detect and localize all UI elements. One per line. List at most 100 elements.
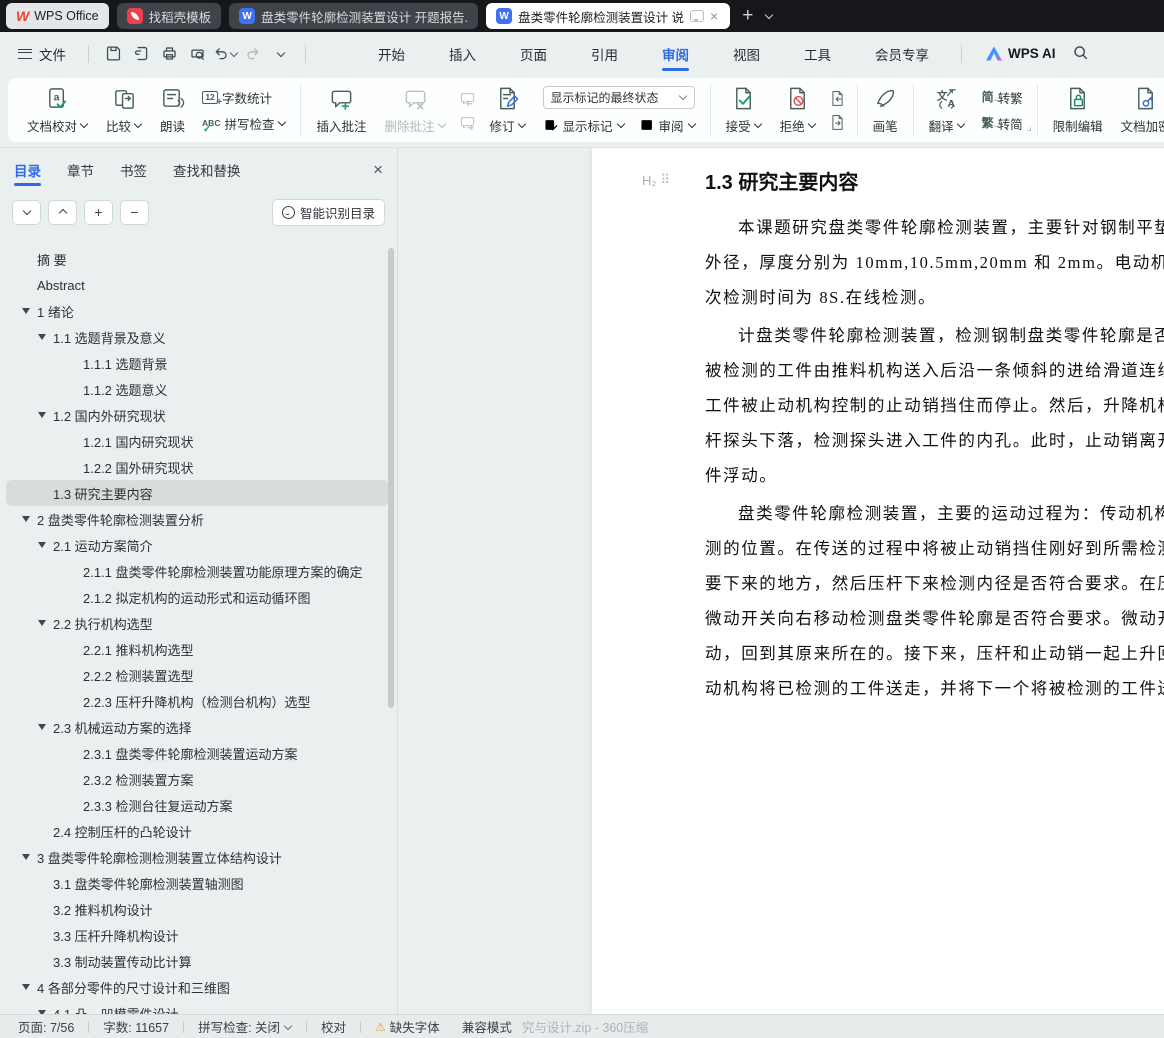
zoom-in-outline-button[interactable]: + [84,199,113,225]
undo-button[interactable] [211,41,239,67]
toc-item[interactable]: 2.2.1 推料机构选型 [6,636,389,662]
accept-change-button[interactable]: 接受 [717,81,771,139]
toc-expand-arrow-icon[interactable] [38,620,46,626]
doc-proofing-button[interactable]: a 文档校对 [18,81,97,139]
previous-comment-button[interactable] [458,88,478,108]
toc-item[interactable]: Abstract [6,272,389,298]
heading-level-marker[interactable]: H₂ ⠿ [642,172,670,188]
toc-item[interactable]: 2.3.3 检测台往复运动方案 [6,792,389,818]
page-indicator[interactable]: 页面: 7/56 [14,1017,78,1036]
new-tab-button[interactable]: + [738,5,757,27]
quick-toolbar-caret-icon[interactable] [267,41,295,67]
toc-expand-arrow-icon[interactable] [38,412,46,418]
zoom-out-outline-button[interactable]: − [120,199,149,225]
markup-state-select[interactable]: 显示标记的最终状态 [542,85,695,109]
toc-item[interactable]: 3.3 压杆升降机构设计 [6,922,389,948]
expand-group-icon[interactable]: ⌟ [1027,122,1032,133]
menu-item-1[interactable]: 插入 [427,32,498,75]
document-page[interactable]: H₂ ⠿ 1.3 研究主要内容 本课题研究盘类零件轮廓检测装置，主要针对钢制平垫… [592,148,1164,1014]
toc-item[interactable]: 摘 要 [6,246,389,272]
read-aloud-button[interactable]: 朗读 [151,81,194,139]
toc-expand-arrow-icon[interactable] [22,516,30,522]
next-change-button[interactable] [828,112,848,132]
toc-item[interactable]: 2.1.1 盘类零件轮廓检测装置功能原理方案的确定 [6,558,389,584]
print-button[interactable] [155,41,183,67]
toc-item[interactable]: 1.2.1 国内研究现状 [6,428,389,454]
toc-expand-arrow-icon[interactable] [22,854,30,860]
pane-tab-contents[interactable]: 目录 [14,148,41,192]
simplified-to-traditional-button[interactable]: 简 → 转繁 [982,88,1023,107]
spell-check-button[interactable]: ABC ✓ 拼写检查 [202,114,286,135]
close-pane-icon[interactable]: × [373,160,383,180]
previous-change-button[interactable] [828,88,848,108]
toc-item[interactable]: 2 盘类零件轮廓检测装置分析 [6,506,389,532]
toc-expand-arrow-icon[interactable] [38,334,46,340]
proofread-button[interactable]: 校对 [317,1017,350,1036]
traditional-to-simplified-button[interactable]: 繁 → 转简 [982,114,1023,133]
toc-item[interactable]: 4.1 凸、凹模零件设计 [6,1000,389,1014]
tab-document-report[interactable]: W 盘类零件轮廓检测装置设计 开题报告. [229,3,479,29]
collapse-all-button[interactable] [12,199,41,225]
menu-item-5[interactable]: 视图 [711,32,782,75]
wps-ai-button[interactable]: WPS AI [986,46,1056,61]
toc-item[interactable]: 1 绪论 [6,298,389,324]
toc-item[interactable]: 2.3 机械运动方案的选择 [6,714,389,740]
pane-tab-find-replace[interactable]: 查找和替换 [173,148,241,192]
compatibility-mode-badge[interactable]: 兼容模式 [458,1017,516,1036]
print-preview-button[interactable] [183,41,211,67]
toc-item[interactable]: 3.3 制动装置传动比计算 [6,948,389,974]
toc-item[interactable]: 2.2.2 检测装置选型 [6,662,389,688]
toc-item[interactable]: 1.1 选题背景及意义 [6,324,389,350]
toc-item[interactable]: 2.1.2 拟定机构的运动形式和运动循环图 [6,584,389,610]
save-button[interactable] [99,41,127,67]
word-count-indicator[interactable]: 字数: 11657 [99,1017,173,1036]
toc-item[interactable]: 2.2.3 压杆升降机构（检测台机构）选型 [6,688,389,714]
file-menu[interactable]: 文件 [39,44,66,64]
word-count-button[interactable]: 12 + 字数统计 [202,88,286,108]
ink-pen-button[interactable]: 画笔 [864,81,907,139]
pane-tab-chapters[interactable]: 章节 [67,148,94,192]
toc-item[interactable]: 3.1 盘类零件轮廓检测装置轴测图 [6,870,389,896]
toc-item[interactable]: 1.1.1 选题背景 [6,350,389,376]
track-changes-button[interactable]: 修订 [481,81,535,139]
toc-item[interactable]: 2.1 运动方案简介 [6,532,389,558]
compare-button[interactable]: 比较 [97,81,151,139]
toc-item[interactable]: 2.2 执行机构选型 [6,610,389,636]
smart-toc-button[interactable]: 智能识别目录 [271,198,385,226]
menu-item-6[interactable]: 工具 [782,32,853,75]
toc-item[interactable]: 2.3.1 盘类零件轮廓检测装置运动方案 [6,740,389,766]
toc-item[interactable]: 1.2.2 国外研究现状 [6,454,389,480]
restrict-editing-button[interactable]: 限制编辑 [1044,81,1112,139]
menu-item-2[interactable]: 页面 [498,32,569,75]
toc-expand-arrow-icon[interactable] [22,984,30,990]
tab-list-caret-icon[interactable] [765,12,773,20]
toc-item[interactable]: 1.1.2 选题意义 [6,376,389,402]
search-icon[interactable] [1072,44,1089,64]
export-pdf-button[interactable] [127,41,155,67]
review-pane-button[interactable]: 审阅 [639,116,696,135]
drag-handle-icon[interactable]: ⠿ [660,172,669,188]
pane-tab-bookmarks[interactable]: 书签 [120,148,147,192]
tab-document-active[interactable]: W 盘类零件轮廓检测装置设计 说 × [486,3,731,29]
redo-button[interactable] [239,41,267,67]
toc-expand-arrow-icon[interactable] [38,724,46,730]
menu-item-0[interactable]: 开始 [356,32,427,75]
next-comment-button[interactable] [458,112,478,132]
delete-comment-button[interactable]: 删除批注 [376,81,455,139]
toc-item[interactable]: 1.2 国内外研究现状 [6,402,389,428]
insert-comment-button[interactable]: 插入批注 [307,81,375,139]
translate-button[interactable]: 文A 翻译 [920,81,974,139]
menu-item-7[interactable]: 会员专享 [853,32,951,75]
toc-expand-arrow-icon[interactable] [38,542,46,548]
spellcheck-status[interactable]: 拼写检查: 关闭 [194,1017,296,1036]
menu-item-3[interactable]: 引用 [569,32,640,75]
missing-font-warning[interactable]: ⚠ 缺失字体 [371,1017,444,1036]
toc-scrollbar[interactable] [388,248,394,708]
toc-item[interactable]: 2.4 控制压杆的凸轮设计 [6,818,389,844]
toc-item[interactable]: 4 各部分零件的尺寸设计和三维图 [6,974,389,1000]
expand-all-button[interactable] [48,199,77,225]
tab-wps-office[interactable]: W WPS Office [6,3,109,29]
menu-item-4[interactable]: 审阅 [640,32,711,75]
hamburger-icon[interactable] [18,48,32,59]
encrypt-document-button[interactable]: 文档加密 [1112,81,1164,139]
